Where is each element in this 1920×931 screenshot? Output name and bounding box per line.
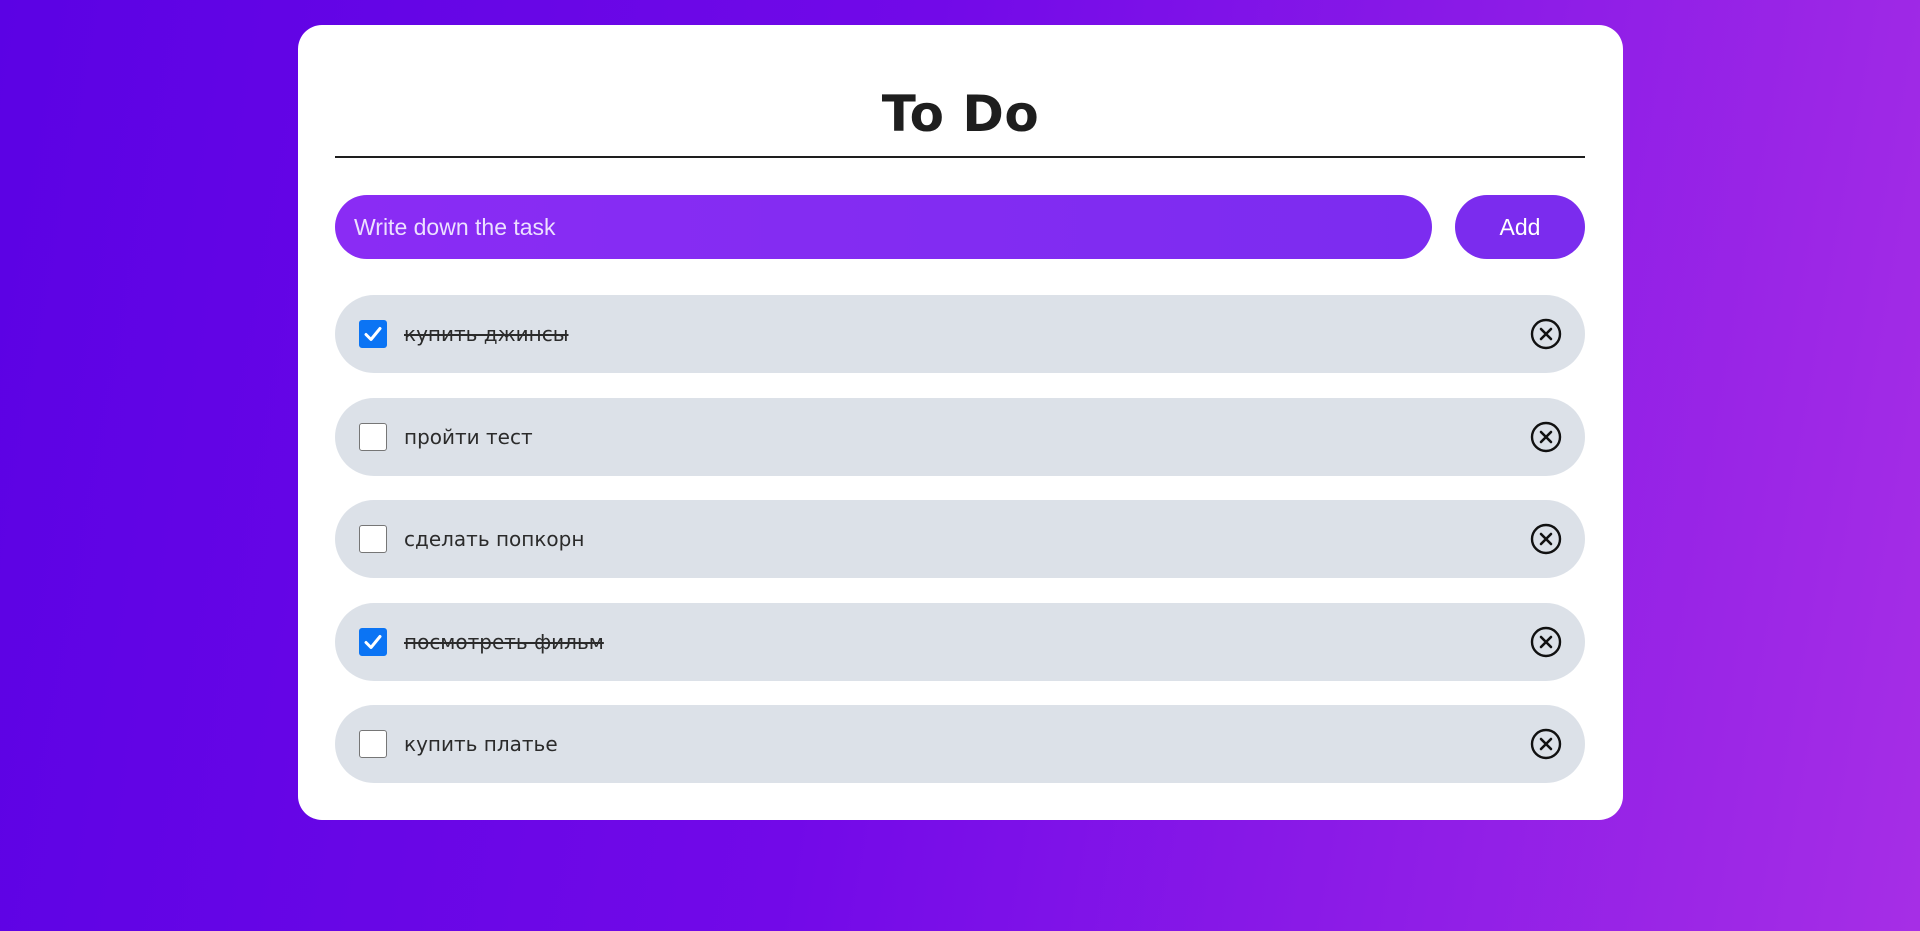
task-checkbox[interactable] bbox=[359, 627, 387, 656]
task-checkbox[interactable] bbox=[359, 320, 387, 348]
task-label: пройти тест bbox=[404, 424, 533, 449]
task-label: посмотреть фильм bbox=[404, 629, 604, 654]
task-item: сделать попкорн bbox=[335, 500, 1585, 578]
task-label: купить платье bbox=[404, 732, 558, 756]
close-circle-icon[interactable] bbox=[1530, 318, 1562, 350]
task-checkbox[interactable] bbox=[359, 730, 387, 758]
task-label: сделать попкорн bbox=[404, 527, 585, 551]
checkmark-icon bbox=[364, 634, 382, 649]
task-item: посмотреть фильм bbox=[335, 602, 1585, 681]
close-circle-icon[interactable] bbox=[1530, 523, 1562, 555]
task-input[interactable] bbox=[335, 195, 1432, 259]
task-item: купить джинсы bbox=[335, 295, 1585, 373]
title-divider bbox=[335, 156, 1585, 158]
task-checkbox[interactable] bbox=[359, 422, 387, 451]
task-checkbox[interactable] bbox=[359, 525, 387, 553]
task-item: пройти тест bbox=[335, 397, 1585, 476]
todo-card: To Do Add купить джинсы пройти тест сдел… bbox=[298, 25, 1623, 820]
task-label: купить джинсы bbox=[404, 322, 569, 346]
task-list: купить джинсы пройти тест сделать попкор… bbox=[335, 295, 1585, 808]
add-button[interactable]: Add bbox=[1455, 195, 1585, 259]
page-title: To Do bbox=[881, 85, 1040, 143]
close-circle-icon[interactable] bbox=[1530, 626, 1562, 658]
task-item: купить платье bbox=[335, 705, 1585, 783]
close-circle-icon[interactable] bbox=[1530, 728, 1562, 760]
close-circle-icon[interactable] bbox=[1530, 421, 1562, 453]
checkmark-icon bbox=[364, 327, 382, 341]
